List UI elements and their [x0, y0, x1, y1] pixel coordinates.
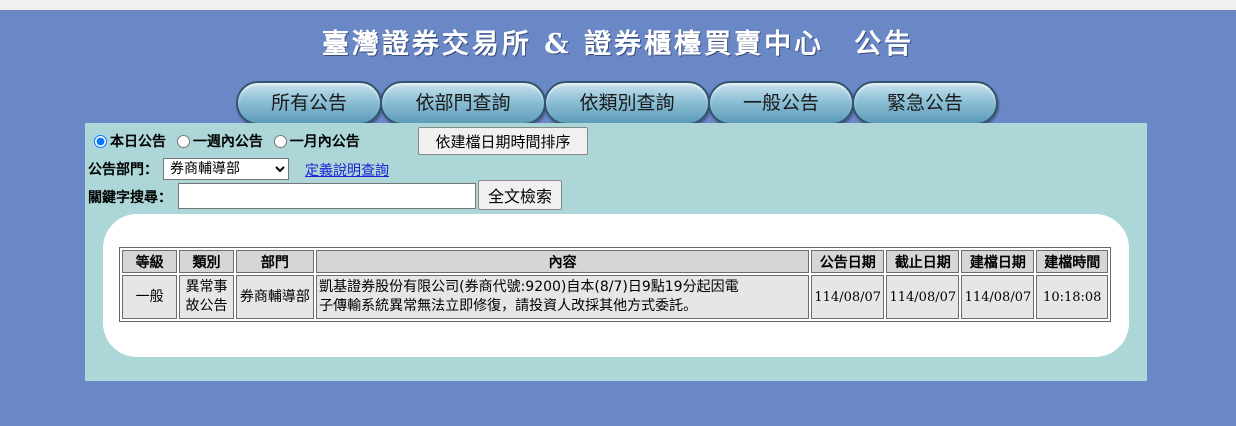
- keyword-input[interactable]: [178, 183, 476, 209]
- table-row: 一般 異常事故公告 券商輔導部 凱基證券股份有限公司(券商代號:9200)自本(…: [122, 275, 1108, 319]
- cell-created-time: 10:18:08: [1036, 275, 1108, 319]
- tab-urgent-announcements[interactable]: 緊急公告: [852, 81, 998, 125]
- tab-bar: 所有公告 依部門查詢 依類別查詢 一般公告 緊急公告: [236, 81, 1006, 125]
- department-select[interactable]: 券商輔導部: [163, 158, 289, 180]
- cell-content-line1: 凱基證券股份有限公司(券商代號:9200)自本(8/7)日9點19分起因電: [319, 279, 739, 295]
- radio-today[interactable]: 本日公告: [94, 134, 166, 150]
- header-content: 內容: [316, 250, 810, 273]
- header-category: 類別: [179, 250, 234, 273]
- cell-category-line1: 異常事: [185, 279, 228, 295]
- header-deadline-date: 截止日期: [886, 250, 960, 273]
- definition-link[interactable]: 定義說明查詢: [305, 160, 389, 180]
- tab-general-announcements[interactable]: 一般公告: [708, 81, 854, 125]
- browser-top-strip: [0, 0, 1236, 10]
- page-title: 臺灣證券交易所 & 證券櫃檯買賣中心 公告: [321, 29, 915, 60]
- cell-deadline-date: 114/08/07: [886, 275, 960, 319]
- tab-by-category[interactable]: 依類別查詢: [544, 81, 710, 125]
- radio-today-input[interactable]: [94, 135, 107, 148]
- full-text-search-button[interactable]: 全文檢索: [478, 180, 562, 210]
- radio-month-label: 一月內公告: [289, 134, 360, 150]
- radio-week[interactable]: 一週內公告: [176, 134, 263, 150]
- sort-by-created-button[interactable]: 依建檔日期時間排序: [418, 127, 588, 155]
- table-header-row: 等級 類別 部門 內容 公告日期 截止日期 建檔日期 建檔時間: [122, 250, 1108, 273]
- keyword-label: 關鍵字搜尋：: [88, 190, 172, 206]
- cell-announce-date: 114/08/07: [811, 275, 885, 319]
- cell-created-date: 114/08/07: [961, 275, 1035, 319]
- period-radio-group: 本日公告 一週內公告 一月內公告: [94, 131, 366, 151]
- header-created-time: 建檔時間: [1036, 250, 1108, 273]
- results-container: 等級 類別 部門 內容 公告日期 截止日期 建檔日期 建檔時間 一般 異常事故公…: [103, 214, 1129, 357]
- department-label: 公告部門：: [88, 162, 158, 178]
- announcement-table: 等級 類別 部門 內容 公告日期 截止日期 建檔日期 建檔時間 一般 異常事故公…: [119, 247, 1111, 322]
- tab-by-department[interactable]: 依部門查詢: [380, 81, 546, 125]
- cell-department: 券商輔導部: [235, 275, 315, 319]
- header-department: 部門: [235, 250, 315, 273]
- search-panel: 本日公告 一週內公告 一月內公告 依建檔日期時間排序 公告部門： 券商輔導部 定…: [85, 123, 1147, 381]
- tab-all-announcements[interactable]: 所有公告: [236, 81, 382, 125]
- cell-content: 凱基證券股份有限公司(券商代號:9200)自本(8/7)日9點19分起因電 子傳輸…: [316, 275, 810, 319]
- radio-week-input[interactable]: [176, 135, 190, 148]
- cell-content-line2: 子傳輸系統異常無法立即修復，請投資人改採其他方式委託。: [319, 298, 698, 314]
- radio-week-label: 一週內公告: [192, 134, 263, 150]
- header-announce-date: 公告日期: [811, 250, 885, 273]
- radio-month[interactable]: 一月內公告: [273, 134, 360, 150]
- cell-level: 一般: [122, 275, 178, 319]
- header-created-date: 建檔日期: [961, 250, 1035, 273]
- radio-month-input[interactable]: [273, 135, 287, 148]
- header-level: 等級: [122, 250, 178, 273]
- cell-category-line2: 故公告: [185, 298, 228, 314]
- radio-today-label: 本日公告: [110, 134, 166, 150]
- cell-category: 異常事 故公告: [179, 275, 234, 319]
